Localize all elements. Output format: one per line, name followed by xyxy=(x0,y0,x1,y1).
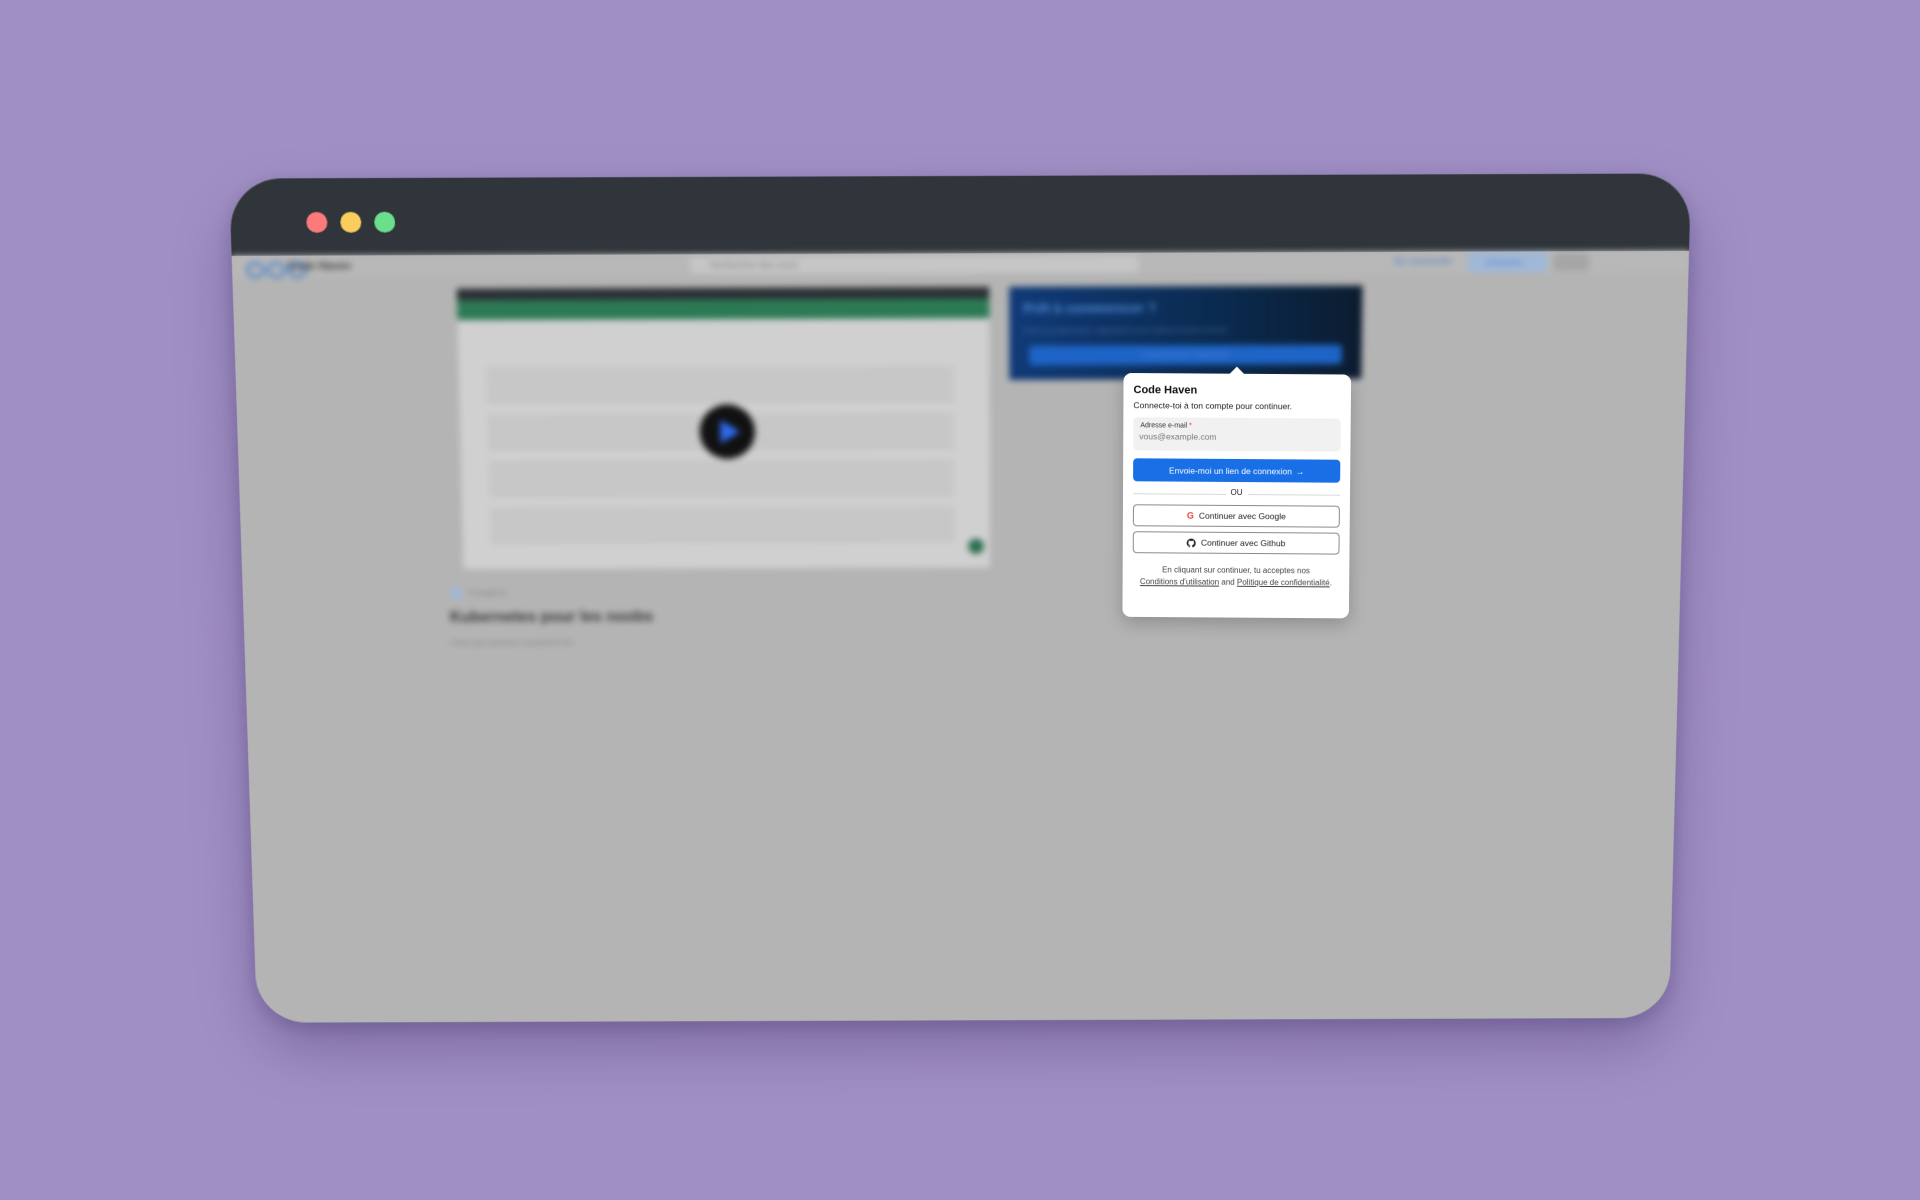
github-login-label: Continuer avec Github xyxy=(1200,537,1286,549)
login-subtitle: Connecte-toi à ton compte pour continuer… xyxy=(1133,400,1293,412)
privacy-link[interactable]: Politique de confidentialité xyxy=(1237,578,1330,588)
legal-suffix: . xyxy=(1329,578,1332,588)
browser-titlebar xyxy=(229,173,1692,256)
course-title: Kubernetes pour les noobs xyxy=(449,608,654,626)
video-app-header xyxy=(456,298,990,321)
video-row xyxy=(489,505,955,544)
send-magic-link-label: Envoie-moi un lien de connexion xyxy=(1168,465,1292,476)
close-window-button[interactable] xyxy=(306,211,328,233)
minimize-window-button[interactable] xyxy=(340,211,362,233)
email-input[interactable] xyxy=(1139,431,1320,443)
email-field[interactable]: Adresse e-mail * xyxy=(1133,417,1341,452)
terms-link[interactable]: Conditions d'utilisation xyxy=(1140,577,1219,587)
maximize-window-button[interactable] xyxy=(373,211,396,233)
video-row xyxy=(488,459,955,497)
or-divider-label: OU xyxy=(1225,487,1248,498)
browser-window: Code Haven Rechercher des cours Se conne… xyxy=(229,173,1692,1023)
video-row xyxy=(486,365,954,404)
login-popover: Code Haven Connecte-toi à ton compte pou… xyxy=(1122,372,1352,619)
github-login-button[interactable]: Continuer avec Github xyxy=(1132,531,1340,555)
email-label: Adresse e-mail * xyxy=(1140,422,1191,429)
course-description: Parce que personne comprend rien xyxy=(450,637,574,648)
course-video-preview[interactable] xyxy=(456,286,990,570)
theme-toggle[interactable] xyxy=(1553,253,1590,272)
cta-login-button[interactable]: Connecte-toi / Inscris-toi xyxy=(1029,344,1342,366)
required-asterisk: * xyxy=(1189,422,1192,430)
chapters-icon xyxy=(451,587,464,600)
arrow-right-icon: → xyxy=(1295,465,1305,476)
signup-button[interactable]: S'inscrire xyxy=(1467,252,1548,273)
video-chat-icon[interactable] xyxy=(968,538,984,554)
google-login-label: Continuer avec Google xyxy=(1198,510,1286,522)
top-navigation: Code Haven Rechercher des cours Se conne… xyxy=(231,250,1690,279)
or-divider: OU xyxy=(1133,487,1340,500)
cta-title: Prêt à commencer ? xyxy=(1023,300,1157,317)
cta-subtitle: Suis ta progression, apprends à ton ryth… xyxy=(1023,325,1228,335)
google-icon: G xyxy=(1186,510,1194,521)
google-login-button[interactable]: G Continuer avec Google xyxy=(1132,504,1340,528)
login-link[interactable]: Se connecter xyxy=(1394,257,1453,268)
play-button[interactable] xyxy=(699,404,756,460)
legal-and: and xyxy=(1221,577,1235,587)
chapters-badge: 5 chapitres xyxy=(451,587,507,600)
send-magic-link-button[interactable]: Envoie-moi un lien de connexion → xyxy=(1133,458,1341,483)
github-icon xyxy=(1186,538,1196,547)
logo-text: Code Haven xyxy=(287,260,352,273)
course-search-input[interactable]: Rechercher des cours xyxy=(690,255,1139,275)
login-title: Code Haven xyxy=(1133,384,1198,397)
play-icon xyxy=(719,419,740,444)
cta-banner: Prêt à commencer ? Suis ta progression, … xyxy=(1009,285,1363,380)
legal-notice: En cliquant sur continuer, tu acceptes n… xyxy=(1133,564,1340,589)
blurred-background-app: Code Haven Rechercher des cours Se conne… xyxy=(231,250,1690,1023)
email-label-text: Adresse e-mail xyxy=(1140,422,1188,430)
legal-prefix: En cliquant sur continuer, tu acceptes n… xyxy=(1162,565,1310,576)
chapters-count: 5 chapitres xyxy=(467,588,507,598)
